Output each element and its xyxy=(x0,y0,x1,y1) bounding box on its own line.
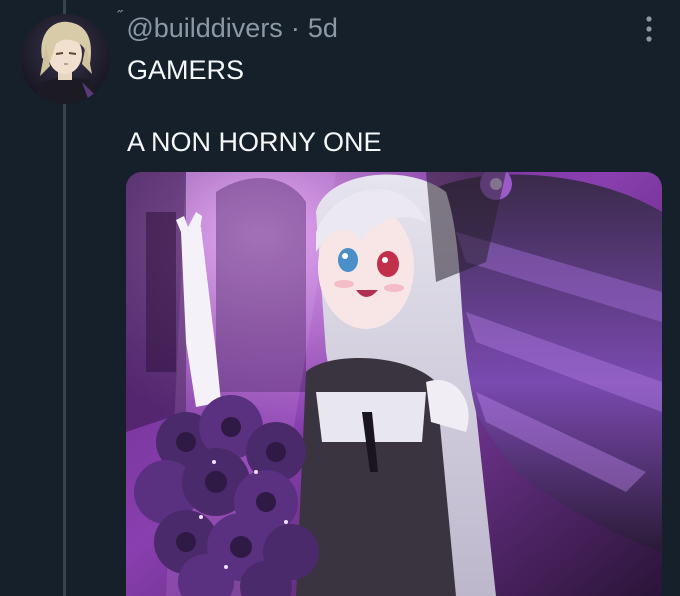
tweet-media-image[interactable] xyxy=(126,172,662,596)
more-vertical-icon xyxy=(646,16,652,42)
verified-mark: ˝ xyxy=(117,9,123,26)
tweet-age[interactable]: 5d xyxy=(308,13,338,44)
more-options-button[interactable] xyxy=(634,12,664,46)
avatar-image xyxy=(20,14,110,104)
tweet-text: GAMERS A NON HORNY ONE xyxy=(127,52,647,160)
anime-artwork xyxy=(126,172,662,596)
tweet-screen: ˝ @builddivers · 5d GAMERS A NON HORNY O… xyxy=(0,0,680,596)
tweet-header: ˝ @builddivers · 5d xyxy=(117,8,338,48)
header-separator: · xyxy=(290,12,300,43)
avatar[interactable] xyxy=(20,14,110,104)
tweet-text-line-2: A NON HORNY ONE xyxy=(127,127,382,157)
tweet-text-line-1: GAMERS xyxy=(127,55,245,85)
user-handle[interactable]: @builddivers xyxy=(126,13,282,44)
